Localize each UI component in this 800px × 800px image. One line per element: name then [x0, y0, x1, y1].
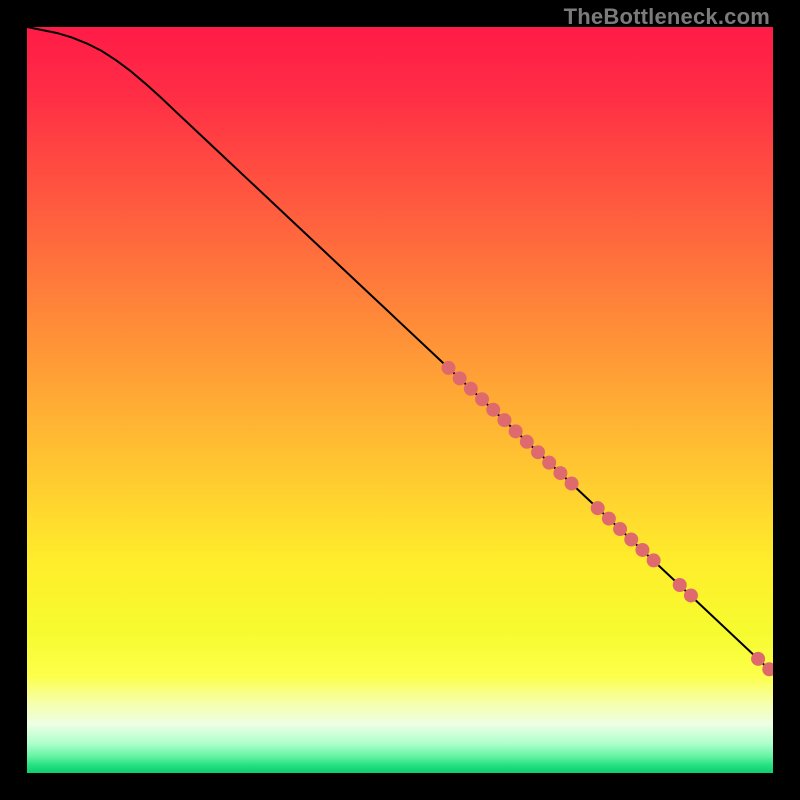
chart-stage: TheBottleneck.com [0, 0, 800, 800]
data-marker [520, 435, 534, 449]
data-marker [602, 512, 616, 526]
data-marker [565, 477, 579, 491]
plot-area [27, 27, 773, 773]
data-marker [464, 382, 478, 396]
data-marker [542, 456, 556, 470]
data-marker [497, 413, 511, 427]
data-marker [751, 652, 765, 666]
data-marker [453, 371, 467, 385]
data-marker [531, 445, 545, 459]
data-marker [509, 424, 523, 438]
data-marker [673, 578, 687, 592]
data-marker [635, 543, 649, 557]
data-marker [591, 501, 605, 515]
data-marker [613, 522, 627, 536]
data-marker [684, 588, 698, 602]
data-marker [553, 466, 567, 480]
data-marker [647, 553, 661, 567]
data-marker [475, 392, 489, 406]
gradient-background [27, 27, 773, 773]
chart-svg [27, 27, 773, 773]
data-marker [624, 533, 638, 547]
data-marker [486, 403, 500, 417]
data-marker [441, 361, 455, 375]
